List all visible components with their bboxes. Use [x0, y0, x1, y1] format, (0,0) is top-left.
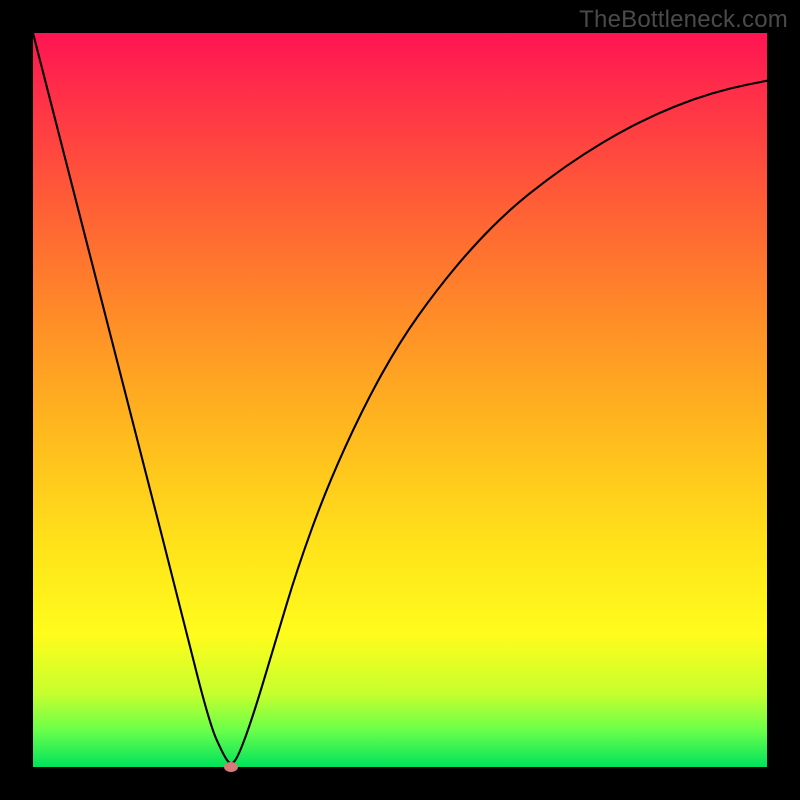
chart-frame: TheBottleneck.com	[0, 0, 800, 800]
minimum-marker	[224, 762, 238, 772]
curve-path	[33, 33, 767, 763]
watermark-text: TheBottleneck.com	[579, 6, 788, 34]
bottleneck-curve	[33, 33, 767, 767]
plot-area	[33, 33, 767, 767]
